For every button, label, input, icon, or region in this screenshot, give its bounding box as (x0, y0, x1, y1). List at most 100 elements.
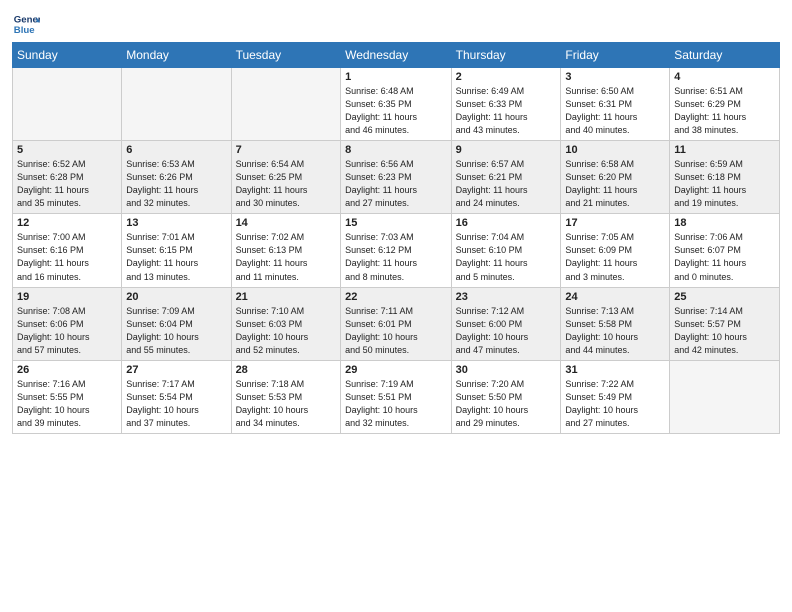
day-info: Sunrise: 7:05 AM Sunset: 6:09 PM Dayligh… (565, 231, 665, 283)
calendar-table: SundayMondayTuesdayWednesdayThursdayFrid… (12, 42, 780, 434)
day-number: 27 (126, 364, 226, 376)
day-info: Sunrise: 6:59 AM Sunset: 6:18 PM Dayligh… (674, 158, 775, 210)
day-number: 21 (236, 291, 337, 303)
day-info: Sunrise: 7:18 AM Sunset: 5:53 PM Dayligh… (236, 378, 337, 430)
page-container: General Blue SundayMondayTuesdayWednesda… (0, 0, 792, 442)
day-number: 5 (17, 144, 117, 156)
calendar-cell: 2 Sunrise: 6:49 AM Sunset: 6:33 PM Daylig… (451, 68, 561, 141)
calendar-week-4: 19Sunrise: 7:08 AM Sunset: 6:06 PM Dayli… (13, 287, 780, 360)
calendar-cell: 28Sunrise: 7:18 AM Sunset: 5:53 PM Dayli… (231, 360, 341, 433)
calendar-cell: 13 Sunrise: 7:01 AM Sunset: 6:15 PM Dayli… (122, 214, 231, 287)
day-number: 10 (565, 144, 665, 156)
day-info: Sunrise: 7:12 AM Sunset: 6:00 PM Dayligh… (456, 305, 557, 357)
day-number: 13 (126, 217, 226, 229)
calendar-cell: 1 Sunrise: 6:48 AM Sunset: 6:35 PM Daylig… (341, 68, 452, 141)
day-info: Sunrise: 6:58 AM Sunset: 6:20 PM Dayligh… (565, 158, 665, 210)
calendar-cell: 27 Sunrise: 7:17 AM Sunset: 5:54 PM Dayli… (122, 360, 231, 433)
calendar-cell: 12 Sunrise: 7:00 AM Sunset: 6:16 PM Dayli… (13, 214, 122, 287)
calendar-cell (122, 68, 231, 141)
calendar-cell: 7Sunrise: 6:54 AM Sunset: 6:25 PM Daylig… (231, 141, 341, 214)
day-info: Sunrise: 7:14 AM Sunset: 5:57 PM Dayligh… (674, 305, 775, 357)
weekday-header-friday: Friday (561, 43, 670, 68)
day-number: 9 (456, 144, 557, 156)
day-number: 11 (674, 144, 775, 156)
day-info: Sunrise: 6:54 AM Sunset: 6:25 PM Dayligh… (236, 158, 337, 210)
calendar-cell: 25 Sunrise: 7:14 AM Sunset: 5:57 PM Dayli… (670, 287, 780, 360)
day-number: 24 (565, 291, 665, 303)
day-info: Sunrise: 6:49 AM Sunset: 6:33 PM Dayligh… (456, 85, 557, 137)
weekday-header-row: SundayMondayTuesdayWednesdayThursdayFrid… (13, 43, 780, 68)
weekday-header-thursday: Thursday (451, 43, 561, 68)
calendar-cell (670, 360, 780, 433)
calendar-cell: 19Sunrise: 7:08 AM Sunset: 6:06 PM Dayli… (13, 287, 122, 360)
calendar-cell: 16Sunrise: 7:04 AM Sunset: 6:10 PM Dayli… (451, 214, 561, 287)
logo-icon: General Blue (12, 10, 40, 38)
svg-text:General: General (14, 14, 40, 25)
day-number: 23 (456, 291, 557, 303)
day-info: Sunrise: 6:52 AM Sunset: 6:28 PM Dayligh… (17, 158, 117, 210)
day-number: 19 (17, 291, 117, 303)
calendar-week-5: 26 Sunrise: 7:16 AM Sunset: 5:55 PM Dayli… (13, 360, 780, 433)
logo: General Blue (12, 10, 44, 38)
day-info: Sunrise: 7:16 AM Sunset: 5:55 PM Dayligh… (17, 378, 117, 430)
day-number: 3 (565, 71, 665, 83)
day-number: 22 (345, 291, 447, 303)
day-number: 1 (345, 71, 447, 83)
calendar-cell: 15Sunrise: 7:03 AM Sunset: 6:12 PM Dayli… (341, 214, 452, 287)
weekday-header-tuesday: Tuesday (231, 43, 341, 68)
calendar-cell (231, 68, 341, 141)
header: General Blue (12, 10, 780, 38)
day-number: 16 (456, 217, 557, 229)
day-number: 30 (456, 364, 557, 376)
weekday-header-saturday: Saturday (670, 43, 780, 68)
day-info: Sunrise: 6:50 AM Sunset: 6:31 PM Dayligh… (565, 85, 665, 137)
day-info: Sunrise: 6:48 AM Sunset: 6:35 PM Dayligh… (345, 85, 447, 137)
day-number: 26 (17, 364, 117, 376)
calendar-cell: 23 Sunrise: 7:12 AM Sunset: 6:00 PM Dayli… (451, 287, 561, 360)
day-info: Sunrise: 7:19 AM Sunset: 5:51 PM Dayligh… (345, 378, 447, 430)
calendar-cell: 30 Sunrise: 7:20 AM Sunset: 5:50 PM Dayli… (451, 360, 561, 433)
calendar-cell: 6Sunrise: 6:53 AM Sunset: 6:26 PM Daylig… (122, 141, 231, 214)
calendar-week-2: 5 Sunrise: 6:52 AM Sunset: 6:28 PM Daylig… (13, 141, 780, 214)
calendar-cell: 10 Sunrise: 6:58 AM Sunset: 6:20 PM Dayli… (561, 141, 670, 214)
calendar-cell: 9Sunrise: 6:57 AM Sunset: 6:21 PM Daylig… (451, 141, 561, 214)
calendar-week-1: 1 Sunrise: 6:48 AM Sunset: 6:35 PM Daylig… (13, 68, 780, 141)
day-info: Sunrise: 7:06 AM Sunset: 6:07 PM Dayligh… (674, 231, 775, 283)
day-info: Sunrise: 7:17 AM Sunset: 5:54 PM Dayligh… (126, 378, 226, 430)
day-info: Sunrise: 6:51 AM Sunset: 6:29 PM Dayligh… (674, 85, 775, 137)
day-info: Sunrise: 7:09 AM Sunset: 6:04 PM Dayligh… (126, 305, 226, 357)
calendar-cell (13, 68, 122, 141)
day-number: 2 (456, 71, 557, 83)
day-number: 12 (17, 217, 117, 229)
calendar-cell: 29 Sunrise: 7:19 AM Sunset: 5:51 PM Dayli… (341, 360, 452, 433)
calendar-cell: 31Sunrise: 7:22 AM Sunset: 5:49 PM Dayli… (561, 360, 670, 433)
day-number: 25 (674, 291, 775, 303)
calendar-cell: 24Sunrise: 7:13 AM Sunset: 5:58 PM Dayli… (561, 287, 670, 360)
calendar-cell: 17 Sunrise: 7:05 AM Sunset: 6:09 PM Dayli… (561, 214, 670, 287)
calendar-cell: 21 Sunrise: 7:10 AM Sunset: 6:03 PM Dayli… (231, 287, 341, 360)
day-number: 6 (126, 144, 226, 156)
day-number: 17 (565, 217, 665, 229)
day-number: 4 (674, 71, 775, 83)
day-info: Sunrise: 7:00 AM Sunset: 6:16 PM Dayligh… (17, 231, 117, 283)
weekday-header-monday: Monday (122, 43, 231, 68)
day-info: Sunrise: 7:10 AM Sunset: 6:03 PM Dayligh… (236, 305, 337, 357)
weekday-header-wednesday: Wednesday (341, 43, 452, 68)
calendar-cell: 22Sunrise: 7:11 AM Sunset: 6:01 PM Dayli… (341, 287, 452, 360)
day-info: Sunrise: 7:20 AM Sunset: 5:50 PM Dayligh… (456, 378, 557, 430)
calendar-cell: 8 Sunrise: 6:56 AM Sunset: 6:23 PM Daylig… (341, 141, 452, 214)
calendar-week-3: 12 Sunrise: 7:00 AM Sunset: 6:16 PM Dayli… (13, 214, 780, 287)
calendar-cell: 5 Sunrise: 6:52 AM Sunset: 6:28 PM Daylig… (13, 141, 122, 214)
weekday-header-sunday: Sunday (13, 43, 122, 68)
calendar-cell: 11 Sunrise: 6:59 AM Sunset: 6:18 PM Dayli… (670, 141, 780, 214)
day-info: Sunrise: 7:01 AM Sunset: 6:15 PM Dayligh… (126, 231, 226, 283)
calendar-cell: 26 Sunrise: 7:16 AM Sunset: 5:55 PM Dayli… (13, 360, 122, 433)
day-info: Sunrise: 6:56 AM Sunset: 6:23 PM Dayligh… (345, 158, 447, 210)
day-number: 8 (345, 144, 447, 156)
day-info: Sunrise: 7:22 AM Sunset: 5:49 PM Dayligh… (565, 378, 665, 430)
calendar-cell: 18Sunrise: 7:06 AM Sunset: 6:07 PM Dayli… (670, 214, 780, 287)
calendar-cell: 14Sunrise: 7:02 AM Sunset: 6:13 PM Dayli… (231, 214, 341, 287)
calendar-cell: 20Sunrise: 7:09 AM Sunset: 6:04 PM Dayli… (122, 287, 231, 360)
day-number: 14 (236, 217, 337, 229)
day-number: 29 (345, 364, 447, 376)
